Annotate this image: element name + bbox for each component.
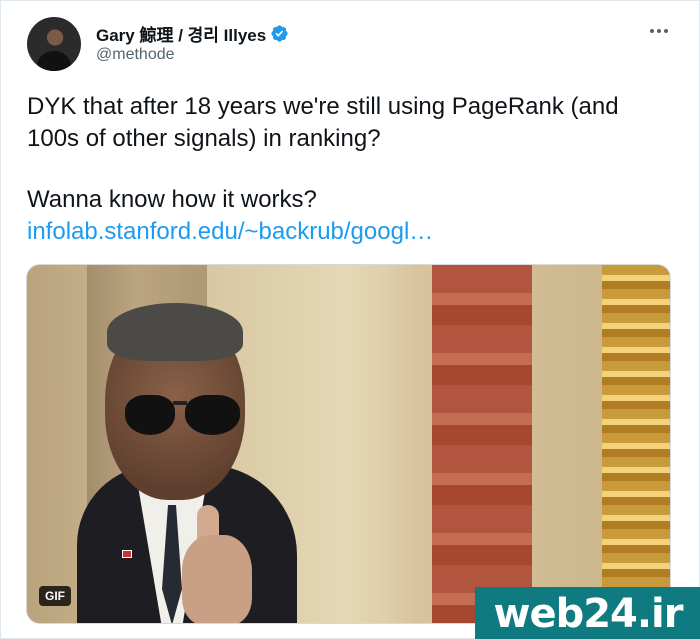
tweet-line-2: Wanna know how it works? bbox=[27, 186, 317, 213]
gif-scene-sunglasses-bridge bbox=[173, 401, 187, 405]
gif-scene-sunglasses-left bbox=[125, 395, 175, 435]
gif-scene-lapel-pin bbox=[122, 550, 132, 558]
more-dot bbox=[650, 29, 654, 33]
tweet-card: Gary 鯨理 / 경리 Illyes @methode DYK that af… bbox=[0, 0, 700, 639]
more-dot bbox=[657, 29, 661, 33]
tweet-text: DYK that after 18 years we're still usin… bbox=[27, 91, 677, 248]
author-name-row: Gary 鯨理 / 경리 Illyes bbox=[96, 21, 289, 46]
tweet-line-1: DYK that after 18 years we're still usin… bbox=[27, 93, 619, 152]
more-dot bbox=[664, 29, 668, 33]
gif-badge: GIF bbox=[39, 586, 71, 606]
more-options-icon[interactable] bbox=[647, 23, 671, 39]
watermark-logo: web24.ir bbox=[475, 587, 700, 639]
tweet-link[interactable]: infolab.stanford.edu/~backrub/googl… bbox=[27, 218, 433, 245]
gif-scene-gold-frame bbox=[602, 265, 670, 623]
author-handle[interactable]: @methode bbox=[96, 46, 175, 64]
gif-scene-hand bbox=[182, 535, 252, 623]
gif-scene-curtain bbox=[432, 265, 532, 623]
author-display-name[interactable]: Gary 鯨理 / 경리 Illyes bbox=[96, 21, 266, 46]
gif-scene-sunglasses-right bbox=[185, 395, 240, 435]
verified-badge-icon bbox=[271, 25, 288, 42]
gif-media[interactable]: GIF bbox=[26, 264, 671, 624]
gif-scene-hair bbox=[107, 303, 243, 361]
author-avatar[interactable] bbox=[27, 17, 81, 71]
watermark-text: web24.ir bbox=[493, 590, 683, 637]
